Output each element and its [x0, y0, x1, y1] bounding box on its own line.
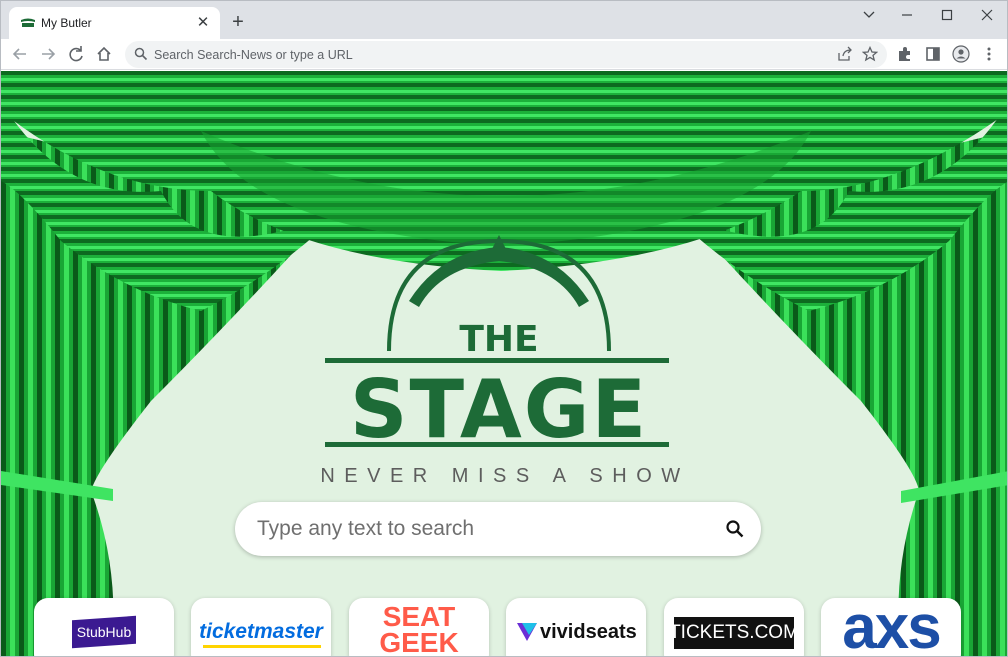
logo-the: THE — [459, 319, 538, 360]
tile-label: TICKETS.COM — [669, 622, 799, 643]
page-content: THE STAGE NEVER MISS A SHOW StubHub tick… — [1, 71, 1007, 657]
tab-my-butler[interactable]: My Butler ✕ — [9, 7, 220, 39]
tile-label: StubHub — [76, 624, 132, 640]
vividseats-logo-icon — [517, 623, 537, 641]
share-icon[interactable] — [837, 46, 853, 62]
home-icon[interactable] — [93, 43, 115, 65]
tab-title: My Butler — [41, 16, 92, 30]
tile-label: vividseats — [540, 621, 637, 643]
reload-icon[interactable] — [65, 43, 87, 65]
side-panel-icon[interactable] — [922, 43, 944, 65]
tile-axs[interactable]: axs — [821, 598, 961, 657]
browser-window: My Butler ✕ + Search Search-News or type… — [0, 0, 1008, 657]
extensions-puzzle-icon[interactable] — [894, 43, 916, 65]
search-box[interactable] — [235, 502, 761, 556]
window-close-icon[interactable] — [967, 5, 1007, 25]
quick-links: StubHub ticketmaster SEAT GEEK vividseat… — [1, 598, 1007, 657]
search-input[interactable] — [257, 515, 697, 543]
tile-tickets-com[interactable]: TICKETS.COM — [664, 598, 804, 656]
search-icon — [726, 520, 744, 538]
search-button[interactable] — [723, 517, 747, 541]
tagline: NEVER MISS A SHOW — [320, 465, 690, 487]
forward-arrow-icon[interactable] — [37, 43, 59, 65]
tile-seatgeek[interactable]: SEAT GEEK — [349, 598, 489, 657]
maximize-icon[interactable] — [927, 5, 967, 25]
close-icon[interactable]: ✕ — [194, 14, 212, 32]
search-icon — [134, 47, 148, 61]
the-stage-logo: THE STAGE — [325, 235, 669, 456]
address-bar[interactable] — [125, 41, 887, 68]
tile-vividseats[interactable]: vividseats — [506, 598, 646, 656]
tile-label: axs — [842, 598, 941, 657]
new-tab-button[interactable]: + — [227, 11, 249, 33]
profile-avatar-icon[interactable] — [950, 43, 972, 65]
minimize-icon[interactable] — [887, 5, 927, 25]
chevron-down-icon[interactable] — [849, 5, 889, 25]
tile-label: SEAT GEEK — [379, 601, 459, 657]
menu-kebab-icon[interactable] — [978, 43, 1000, 65]
tile-label: ticketmaster — [199, 620, 323, 643]
tile-ticketmaster[interactable]: ticketmaster — [191, 598, 331, 656]
back-arrow-icon[interactable] — [9, 43, 31, 65]
browser-toolbar — [1, 39, 1007, 70]
favicon-icon — [21, 18, 35, 27]
address-input[interactable] — [154, 45, 814, 64]
bookmark-star-icon[interactable] — [862, 46, 878, 62]
logo-stage: STAGE — [350, 363, 648, 456]
ticketmaster-underline — [203, 645, 321, 648]
tab-strip: My Butler ✕ + — [1, 1, 1007, 39]
tile-stubhub[interactable]: StubHub — [34, 598, 174, 656]
